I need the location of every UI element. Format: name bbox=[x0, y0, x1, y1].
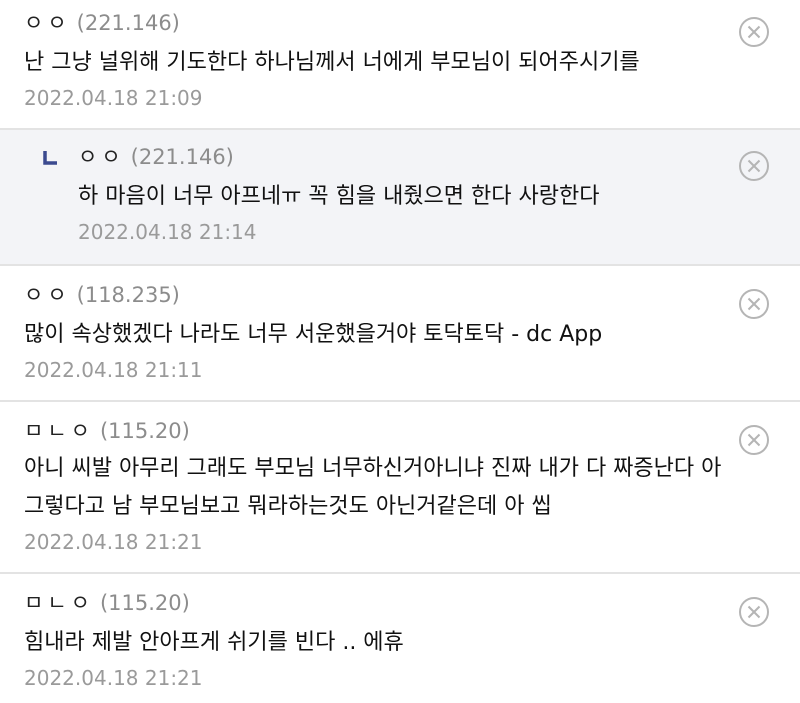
comment-item: ㅇㅇ (118.235) 많이 속상했겠다 나라도 너무 서운했을거야 토닥토닥 … bbox=[0, 266, 800, 402]
circle-x-icon[interactable] bbox=[738, 596, 770, 628]
author-ip: (115.20) bbox=[99, 591, 190, 615]
comment-text: 하 마음이 너무 아프네ㅠ 꼭 힘을 내줬으면 한다 사랑한다 bbox=[78, 184, 600, 209]
author-name[interactable]: ㅇㅇ bbox=[24, 283, 71, 307]
comment-text: 힘내라 제발 안아프게 쉬기를 빈다 .. 에휴 bbox=[24, 630, 404, 655]
circle-x-icon[interactable] bbox=[738, 424, 770, 456]
comment-list: ㅇㅇ (221.146) 난 그냥 널위해 기도한다 하나님께서 너에게 부모님이… bbox=[0, 0, 800, 703]
author-name[interactable]: ㅇㅇ bbox=[78, 145, 125, 169]
comment-date: 2022.04.18 21:11 bbox=[24, 358, 203, 382]
author-ip: (118.235) bbox=[76, 283, 180, 307]
comment-item: ㅇㅇ (221.146) 난 그냥 널위해 기도한다 하나님께서 너에게 부모님이… bbox=[0, 0, 800, 130]
circle-x-icon[interactable] bbox=[738, 288, 770, 320]
comment-text-line: 그렇다고 남 부모님보고 뭐라하는것도 아닌거같은데 아 씹 bbox=[24, 494, 552, 519]
comment-text: 많이 속상했겠다 나라도 너무 서운했을거야 토닥토닥 - dc App bbox=[24, 322, 603, 347]
comment-date: 2022.04.18 21:09 bbox=[24, 86, 203, 110]
circle-x-icon[interactable] bbox=[738, 150, 770, 182]
comment-text-line: 아니 씨발 아무리 그래도 부모님 너무하신거아니냐 진짜 내가 다 짜증난다 … bbox=[24, 456, 722, 481]
reply-arrow-icon bbox=[43, 151, 57, 165]
comment-author: ㅁㄴㅇ (115.20) bbox=[24, 416, 800, 446]
author-ip: (115.20) bbox=[99, 419, 190, 443]
reply-item: ㅇㅇ (221.146) 하 마음이 너무 아프네ㅠ 꼭 힘을 내줬으면 한다 사… bbox=[0, 130, 800, 266]
author-name[interactable]: ㅇㅇ bbox=[24, 11, 71, 35]
comment-item: ㅁㄴㅇ (115.20) 아니 씨발 아무리 그래도 부모님 너무하신거아니냐 진… bbox=[0, 402, 800, 574]
comment-date: 2022.04.18 21:14 bbox=[78, 220, 257, 244]
circle-x-icon[interactable] bbox=[738, 16, 770, 48]
comment-text: 난 그냥 널위해 기도한다 하나님께서 너에게 부모님이 되어주시기를 bbox=[24, 50, 640, 75]
comment-author: ㅇㅇ (221.146) bbox=[24, 8, 800, 38]
comment-date: 2022.04.18 21:21 bbox=[24, 530, 203, 554]
author-ip: (221.146) bbox=[76, 11, 180, 35]
author-name[interactable]: ㅁㄴㅇ bbox=[24, 419, 94, 443]
author-name[interactable]: ㅁㄴㅇ bbox=[24, 591, 94, 615]
comment-author: ㅇㅇ (118.235) bbox=[24, 280, 800, 310]
comment-date: 2022.04.18 21:21 bbox=[24, 666, 203, 690]
comment-author: ㅇㅇ (221.146) bbox=[78, 142, 800, 172]
author-ip: (221.146) bbox=[130, 145, 234, 169]
comment-author: ㅁㄴㅇ (115.20) bbox=[24, 588, 800, 618]
comment-item: ㅁㄴㅇ (115.20) 힘내라 제발 안아프게 쉬기를 빈다 .. 에휴 202… bbox=[0, 574, 800, 703]
